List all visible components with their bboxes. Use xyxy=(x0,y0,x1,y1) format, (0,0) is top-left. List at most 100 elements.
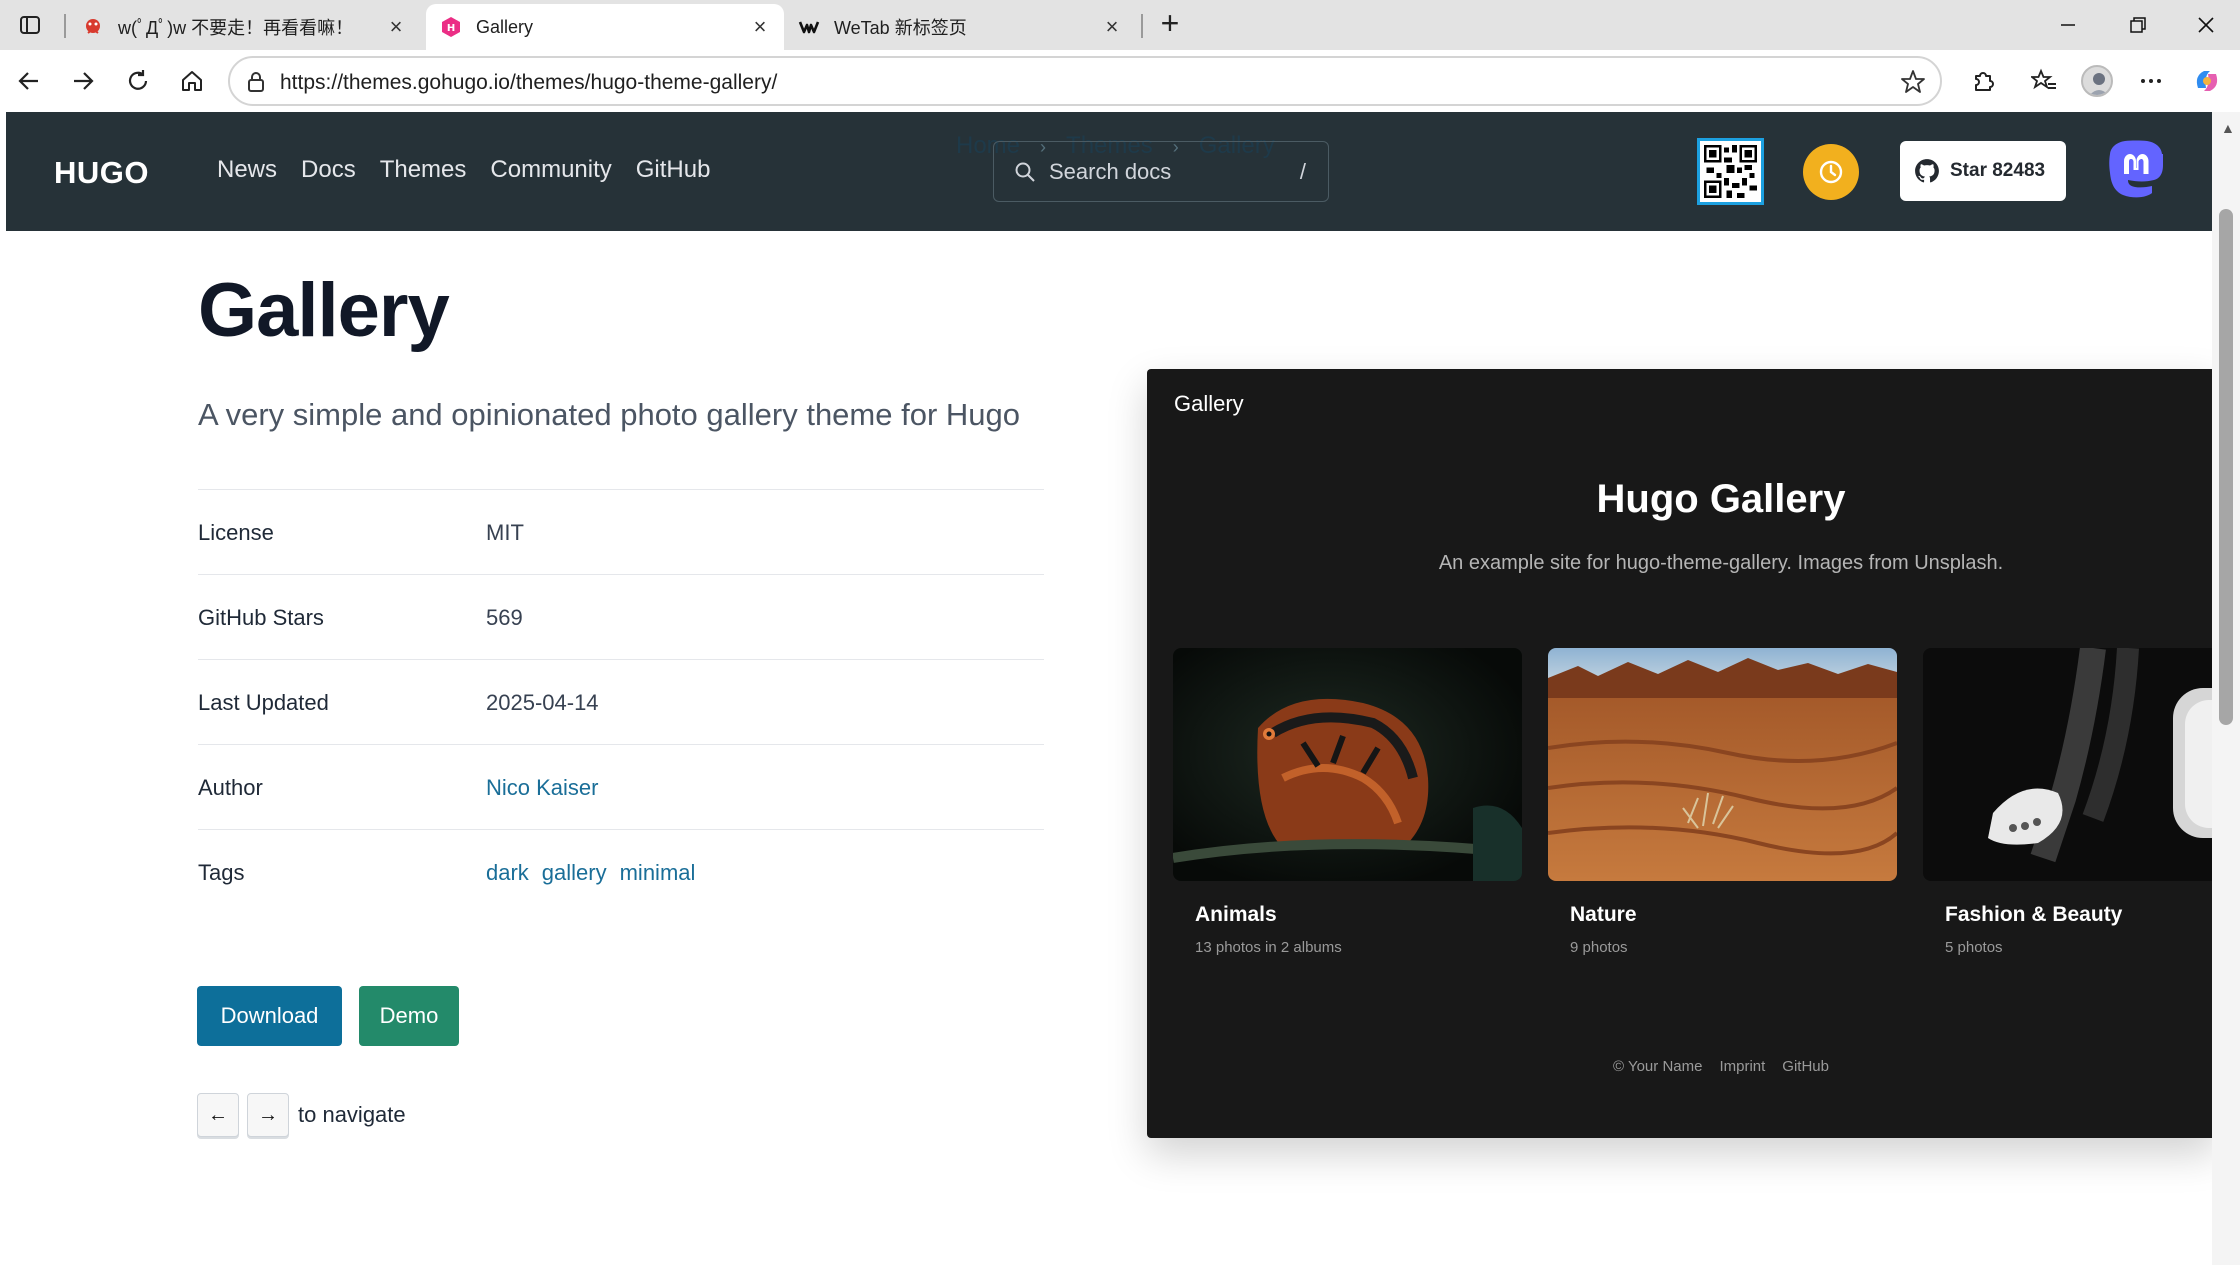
favorites-icon[interactable] xyxy=(2027,64,2061,98)
album-name[interactable]: Animals xyxy=(1195,903,1522,927)
meta-key: GitHub Stars xyxy=(198,605,324,630)
new-tab-button[interactable]: + xyxy=(1154,7,1186,40)
github-icon xyxy=(1915,159,1939,183)
preview-brand: Gallery xyxy=(1174,391,1244,416)
url-text: https://themes.gohugo.io/themes/hugo-the… xyxy=(280,71,778,94)
tag-link[interactable]: minimal xyxy=(620,860,696,886)
theme-toggle-button[interactable] xyxy=(1803,144,1859,200)
theme-preview: Gallery Hugo Gallery An example site for… xyxy=(1147,369,2212,1138)
album-card: Nature 9 photos xyxy=(1548,648,1897,956)
browser-toolbar: https://themes.gohugo.io/themes/hugo-the… xyxy=(0,50,2240,112)
tab-3[interactable]: WeTab 新标签页 × xyxy=(784,4,1136,50)
tag-link[interactable]: gallery xyxy=(542,860,607,886)
page-description: A very simple and opinionated photo gall… xyxy=(198,397,1020,432)
tab-title: WeTab 新标签页 xyxy=(834,18,967,38)
hugo-icon: H xyxy=(440,16,462,38)
next-key-button[interactable]: → xyxy=(247,1093,289,1137)
nav-docs[interactable]: Docs xyxy=(301,156,356,184)
prev-key-button[interactable]: ← xyxy=(197,1093,239,1137)
album-name[interactable]: Fashion & Beauty xyxy=(1945,903,2212,927)
qr-code-icon[interactable] xyxy=(1697,138,1764,205)
preview-footer: © Your Name Imprint GitHub xyxy=(1147,1058,2212,1075)
meta-value: 569 xyxy=(486,605,523,630)
search-icon xyxy=(1014,161,1036,183)
meta-key: Last Updated xyxy=(198,690,329,715)
more-icon[interactable] xyxy=(2134,64,2168,98)
album-image xyxy=(1923,648,2212,881)
theme-meta-table: License MIT GitHub Stars 569 Last Update… xyxy=(198,489,1044,914)
demo-button[interactable]: Demo xyxy=(359,986,459,1046)
meta-value: 2025-04-14 xyxy=(486,690,599,715)
mastodon-icon[interactable] xyxy=(2107,140,2165,202)
tab-separator xyxy=(1141,14,1143,38)
footer-github[interactable]: GitHub xyxy=(1782,1058,1829,1075)
nav-community[interactable]: Community xyxy=(490,156,611,184)
nav-github[interactable]: GitHub xyxy=(636,156,711,184)
avatar xyxy=(2081,65,2113,97)
svg-text:H: H xyxy=(447,23,455,34)
navigate-hint: to navigate xyxy=(298,1102,406,1127)
main-nav: News Docs Themes Community GitHub xyxy=(217,156,710,184)
album-card: Fashion & Beauty 5 photos xyxy=(1923,648,2212,956)
author-link[interactable]: Nico Kaiser xyxy=(486,775,598,801)
tag-link[interactable]: dark xyxy=(486,860,529,886)
tag-list: dark gallery minimal xyxy=(486,860,695,886)
favorite-star-icon[interactable] xyxy=(1900,69,1926,95)
tab-title: w(ﾟДﾟ)w 不要走！再看看嘛！ xyxy=(118,18,354,38)
github-star-label: Star 82483 xyxy=(1950,160,2046,181)
album-count: 5 photos xyxy=(1945,939,2003,956)
close-tab-icon[interactable]: × xyxy=(386,16,406,38)
web-page: HUGO News Docs Themes Community GitHub H… xyxy=(6,112,2212,1265)
tab-2[interactable]: H Gallery × xyxy=(426,4,784,50)
copilot-icon[interactable] xyxy=(2190,64,2224,98)
search-input[interactable]: Search docs / xyxy=(993,141,1329,202)
album-image xyxy=(1173,648,1522,881)
meta-key: License xyxy=(198,520,274,545)
nav-themes[interactable]: Themes xyxy=(380,156,467,184)
back-icon[interactable] xyxy=(12,64,46,98)
table-row: GitHub Stars 569 xyxy=(198,574,1044,659)
preview-subtitle: An example site for hugo-theme-gallery. … xyxy=(1438,552,2004,574)
album-count: 9 photos xyxy=(1570,939,1628,956)
scroll-up-icon[interactable]: ▲ xyxy=(2221,120,2235,136)
address-bar[interactable]: https://themes.gohugo.io/themes/hugo-the… xyxy=(228,56,1942,106)
forward-icon[interactable] xyxy=(66,64,100,98)
download-button[interactable]: Download xyxy=(197,986,342,1046)
minimize-icon[interactable] xyxy=(2048,8,2088,42)
page-scrollbar[interactable]: ▲ xyxy=(2212,112,2240,1265)
close-tab-icon[interactable]: × xyxy=(1102,16,1122,38)
table-row: Tags dark gallery minimal xyxy=(198,829,1044,914)
extensions-icon[interactable] xyxy=(1966,64,2000,98)
hugo-logo[interactable]: HUGO xyxy=(54,155,149,191)
tab-1[interactable]: w(ﾟДﾟ)w 不要走！再看看嘛！ × xyxy=(68,4,420,50)
tab-actions-icon[interactable] xyxy=(16,11,44,39)
home-icon[interactable] xyxy=(175,64,209,98)
search-shortcut: / xyxy=(1299,159,1306,184)
search-placeholder: Search docs xyxy=(1049,159,1172,184)
nav-news[interactable]: News xyxy=(217,156,277,184)
table-row: Author Nico Kaiser xyxy=(198,744,1044,829)
tab-separator xyxy=(64,14,66,38)
meta-value: MIT xyxy=(486,520,524,545)
profile-avatar[interactable] xyxy=(2080,64,2114,98)
github-star-button[interactable]: Star 82483 xyxy=(1900,141,2066,201)
meta-key: Tags xyxy=(198,860,245,885)
red-bug-icon xyxy=(82,16,104,38)
album-name[interactable]: Nature xyxy=(1570,903,1897,927)
page-title: Gallery xyxy=(198,268,450,353)
meta-key: Author xyxy=(198,775,263,800)
refresh-icon[interactable] xyxy=(121,64,155,98)
wetab-icon xyxy=(798,16,820,38)
tab-title: Gallery xyxy=(476,16,534,37)
browser-tab-bar: w(ﾟДﾟ)w 不要走！再看看嘛！ × H Gallery × WeTab 新标… xyxy=(0,0,2240,50)
site-header: HUGO News Docs Themes Community GitHub H… xyxy=(6,112,2212,231)
album-count: 13 photos in 2 albums xyxy=(1195,939,1342,956)
scroll-thumb[interactable] xyxy=(2219,209,2233,725)
close-window-icon[interactable] xyxy=(2186,8,2226,42)
footer-imprint[interactable]: Imprint xyxy=(1719,1058,1765,1075)
site-info-icon[interactable] xyxy=(244,70,268,94)
preview-title: Hugo Gallery xyxy=(1596,477,1846,521)
restore-icon[interactable] xyxy=(2118,8,2158,42)
close-tab-icon[interactable]: × xyxy=(750,16,770,38)
album-card: Animals 13 photos in 2 albums xyxy=(1173,648,1522,956)
